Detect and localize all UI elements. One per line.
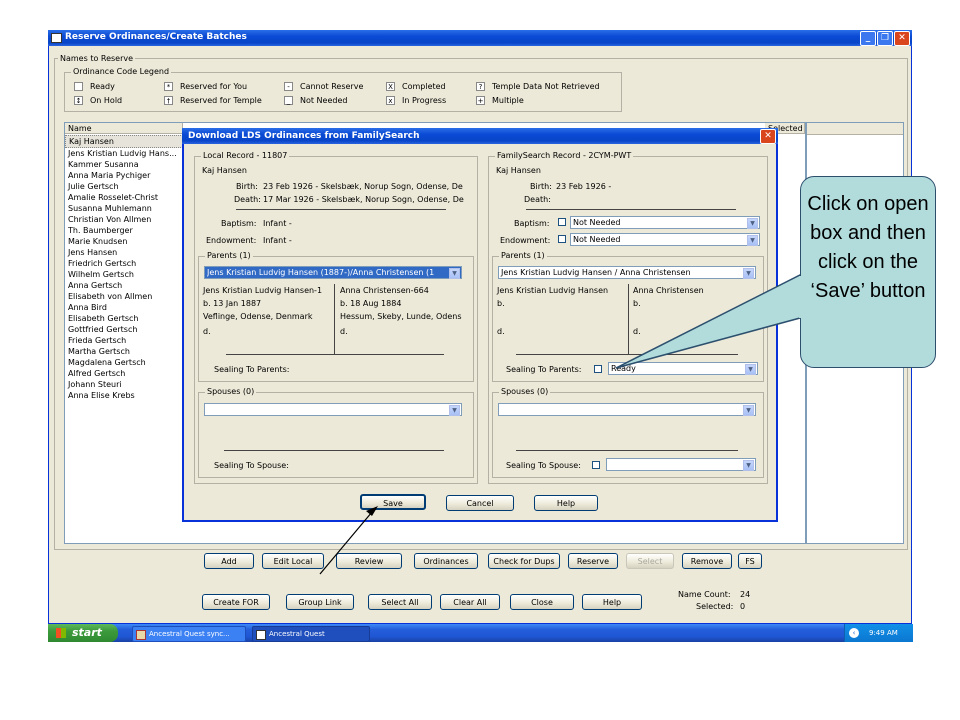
save-arrow-head — [366, 506, 378, 516]
callout-pointer — [615, 273, 801, 369]
callout-text: Click on open box and then click on the … — [807, 193, 929, 302]
save-arrow-line — [319, 511, 373, 575]
